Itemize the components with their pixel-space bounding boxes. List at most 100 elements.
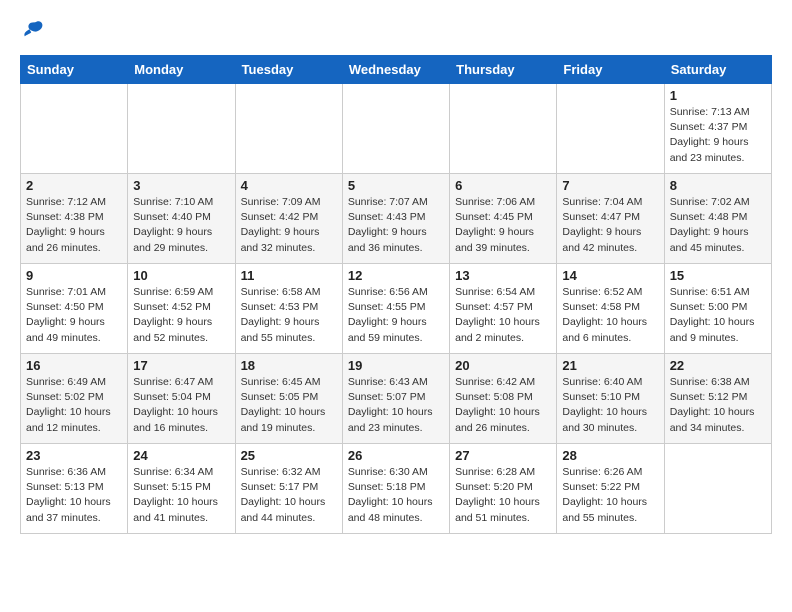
- day-number: 14: [562, 268, 658, 283]
- calendar-cell: 7 Sunrise: 7:04 AM Sunset: 4:47 PM Daylig…: [557, 174, 664, 264]
- calendar-cell: [235, 84, 342, 174]
- day-number: 11: [241, 268, 337, 283]
- day-info: Sunrise: 6:32 AM Sunset: 5:17 PM Dayligh…: [241, 465, 337, 526]
- calendar-cell: 19 Sunrise: 6:43 AM Sunset: 5:07 PM Dayli…: [342, 354, 449, 444]
- calendar-cell: [21, 84, 128, 174]
- day-info: Sunrise: 6:38 AM Sunset: 5:12 PM Dayligh…: [670, 375, 766, 436]
- calendar-cell: 26 Sunrise: 6:30 AM Sunset: 5:18 PM Dayli…: [342, 444, 449, 534]
- calendar-cell: 4 Sunrise: 7:09 AM Sunset: 4:42 PM Daylig…: [235, 174, 342, 264]
- calendar-header-row: SundayMondayTuesdayWednesdayThursdayFrid…: [21, 56, 772, 84]
- day-info: Sunrise: 6:49 AM Sunset: 5:02 PM Dayligh…: [26, 375, 122, 436]
- calendar-cell: 3Sunrise: 7:10 AM Sunset: 4:40 PM Daylig…: [128, 174, 235, 264]
- calendar-cell: 13 Sunrise: 6:54 AM Sunset: 4:57 PM Dayli…: [450, 264, 557, 354]
- calendar-cell: 8 Sunrise: 7:02 AM Sunset: 4:48 PM Daylig…: [664, 174, 771, 264]
- day-number: 6: [455, 178, 551, 193]
- calendar-cell: [128, 84, 235, 174]
- day-number: 21: [562, 358, 658, 373]
- day-info: Sunrise: 6:40 AM Sunset: 5:10 PM Dayligh…: [562, 375, 658, 436]
- calendar-cell: [557, 84, 664, 174]
- logo: [20, 20, 48, 45]
- day-info: Sunrise: 7:07 AM Sunset: 4:43 PM Dayligh…: [348, 195, 444, 256]
- day-number: 3: [133, 178, 229, 193]
- day-number: 13: [455, 268, 551, 283]
- day-number: 22: [670, 358, 766, 373]
- day-info: Sunrise: 6:51 AM Sunset: 5:00 PM Dayligh…: [670, 285, 766, 346]
- calendar-week-row: 23 Sunrise: 6:36 AM Sunset: 5:13 PM Dayli…: [21, 444, 772, 534]
- day-info: Sunrise: 6:42 AM Sunset: 5:08 PM Dayligh…: [455, 375, 551, 436]
- calendar-cell: 24 Sunrise: 6:34 AM Sunset: 5:15 PM Dayli…: [128, 444, 235, 534]
- day-info: Sunrise: 6:52 AM Sunset: 4:58 PM Dayligh…: [562, 285, 658, 346]
- day-info: Sunrise: 6:26 AM Sunset: 5:22 PM Dayligh…: [562, 465, 658, 526]
- day-number: 16: [26, 358, 122, 373]
- column-header-thursday: Thursday: [450, 56, 557, 84]
- day-info: Sunrise: 6:59 AM Sunset: 4:52 PM Dayligh…: [133, 285, 229, 346]
- day-number: 26: [348, 448, 444, 463]
- day-number: 7: [562, 178, 658, 193]
- day-number: 15: [670, 268, 766, 283]
- calendar-week-row: 2 Sunrise: 7:12 AM Sunset: 4:38 PM Daylig…: [21, 174, 772, 264]
- day-number: 9: [26, 268, 122, 283]
- day-info: Sunrise: 7:13 AM Sunset: 4:37 PM Dayligh…: [670, 105, 766, 166]
- calendar-cell: 22 Sunrise: 6:38 AM Sunset: 5:12 PM Dayli…: [664, 354, 771, 444]
- day-info: Sunrise: 7:01 AM Sunset: 4:50 PM Dayligh…: [26, 285, 122, 346]
- day-number: 27: [455, 448, 551, 463]
- day-info: Sunrise: 7:06 AM Sunset: 4:45 PM Dayligh…: [455, 195, 551, 256]
- calendar-cell: 15 Sunrise: 6:51 AM Sunset: 5:00 PM Dayli…: [664, 264, 771, 354]
- day-info: Sunrise: 6:56 AM Sunset: 4:55 PM Dayligh…: [348, 285, 444, 346]
- column-header-saturday: Saturday: [664, 56, 771, 84]
- day-number: 5: [348, 178, 444, 193]
- day-info: Sunrise: 7:04 AM Sunset: 4:47 PM Dayligh…: [562, 195, 658, 256]
- page-header: [20, 20, 772, 45]
- day-number: 23: [26, 448, 122, 463]
- day-number: 28: [562, 448, 658, 463]
- column-header-wednesday: Wednesday: [342, 56, 449, 84]
- calendar-cell: 28 Sunrise: 6:26 AM Sunset: 5:22 PM Dayli…: [557, 444, 664, 534]
- day-number: 24: [133, 448, 229, 463]
- day-number: 19: [348, 358, 444, 373]
- day-info: Sunrise: 6:34 AM Sunset: 5:15 PM Dayligh…: [133, 465, 229, 526]
- calendar-cell: 6 Sunrise: 7:06 AM Sunset: 4:45 PM Daylig…: [450, 174, 557, 264]
- day-info: Sunrise: 6:28 AM Sunset: 5:20 PM Dayligh…: [455, 465, 551, 526]
- calendar-week-row: 9 Sunrise: 7:01 AM Sunset: 4:50 PM Daylig…: [21, 264, 772, 354]
- day-number: 18: [241, 358, 337, 373]
- day-info: Sunrise: 7:12 AM Sunset: 4:38 PM Dayligh…: [26, 195, 122, 256]
- calendar-cell: 11 Sunrise: 6:58 AM Sunset: 4:53 PM Dayli…: [235, 264, 342, 354]
- day-info: Sunrise: 6:47 AM Sunset: 5:04 PM Dayligh…: [133, 375, 229, 436]
- day-info: Sunrise: 7:09 AM Sunset: 4:42 PM Dayligh…: [241, 195, 337, 256]
- calendar-cell: 9 Sunrise: 7:01 AM Sunset: 4:50 PM Daylig…: [21, 264, 128, 354]
- column-header-friday: Friday: [557, 56, 664, 84]
- column-header-sunday: Sunday: [21, 56, 128, 84]
- day-info: Sunrise: 6:45 AM Sunset: 5:05 PM Dayligh…: [241, 375, 337, 436]
- calendar-cell: 23 Sunrise: 6:36 AM Sunset: 5:13 PM Dayli…: [21, 444, 128, 534]
- column-header-monday: Monday: [128, 56, 235, 84]
- calendar-cell: 17 Sunrise: 6:47 AM Sunset: 5:04 PM Dayli…: [128, 354, 235, 444]
- day-number: 17: [133, 358, 229, 373]
- day-number: 12: [348, 268, 444, 283]
- day-info: Sunrise: 6:58 AM Sunset: 4:53 PM Dayligh…: [241, 285, 337, 346]
- day-number: 1: [670, 88, 766, 103]
- day-info: Sunrise: 6:54 AM Sunset: 4:57 PM Dayligh…: [455, 285, 551, 346]
- calendar-week-row: 1 Sunrise: 7:13 AM Sunset: 4:37 PM Daylig…: [21, 84, 772, 174]
- day-number: 8: [670, 178, 766, 193]
- calendar-cell: 21 Sunrise: 6:40 AM Sunset: 5:10 PM Dayli…: [557, 354, 664, 444]
- column-header-tuesday: Tuesday: [235, 56, 342, 84]
- calendar-cell: 2 Sunrise: 7:12 AM Sunset: 4:38 PM Daylig…: [21, 174, 128, 264]
- calendar-cell: 1 Sunrise: 7:13 AM Sunset: 4:37 PM Daylig…: [664, 84, 771, 174]
- calendar-cell: [664, 444, 771, 534]
- calendar-cell: 20 Sunrise: 6:42 AM Sunset: 5:08 PM Dayli…: [450, 354, 557, 444]
- day-number: 2: [26, 178, 122, 193]
- day-number: 4: [241, 178, 337, 193]
- day-number: 10: [133, 268, 229, 283]
- calendar-cell: 5 Sunrise: 7:07 AM Sunset: 4:43 PM Daylig…: [342, 174, 449, 264]
- day-number: 20: [455, 358, 551, 373]
- calendar-cell: 16 Sunrise: 6:49 AM Sunset: 5:02 PM Dayli…: [21, 354, 128, 444]
- calendar-cell: 10 Sunrise: 6:59 AM Sunset: 4:52 PM Dayli…: [128, 264, 235, 354]
- logo-bird-icon: [20, 20, 44, 40]
- calendar-cell: [342, 84, 449, 174]
- day-info: Sunrise: 6:30 AM Sunset: 5:18 PM Dayligh…: [348, 465, 444, 526]
- day-info: Sunrise: 6:43 AM Sunset: 5:07 PM Dayligh…: [348, 375, 444, 436]
- calendar-cell: 25Sunrise: 6:32 AM Sunset: 5:17 PM Dayli…: [235, 444, 342, 534]
- calendar-cell: 12 Sunrise: 6:56 AM Sunset: 4:55 PM Dayli…: [342, 264, 449, 354]
- day-info: Sunrise: 7:02 AM Sunset: 4:48 PM Dayligh…: [670, 195, 766, 256]
- day-info: Sunrise: 6:36 AM Sunset: 5:13 PM Dayligh…: [26, 465, 122, 526]
